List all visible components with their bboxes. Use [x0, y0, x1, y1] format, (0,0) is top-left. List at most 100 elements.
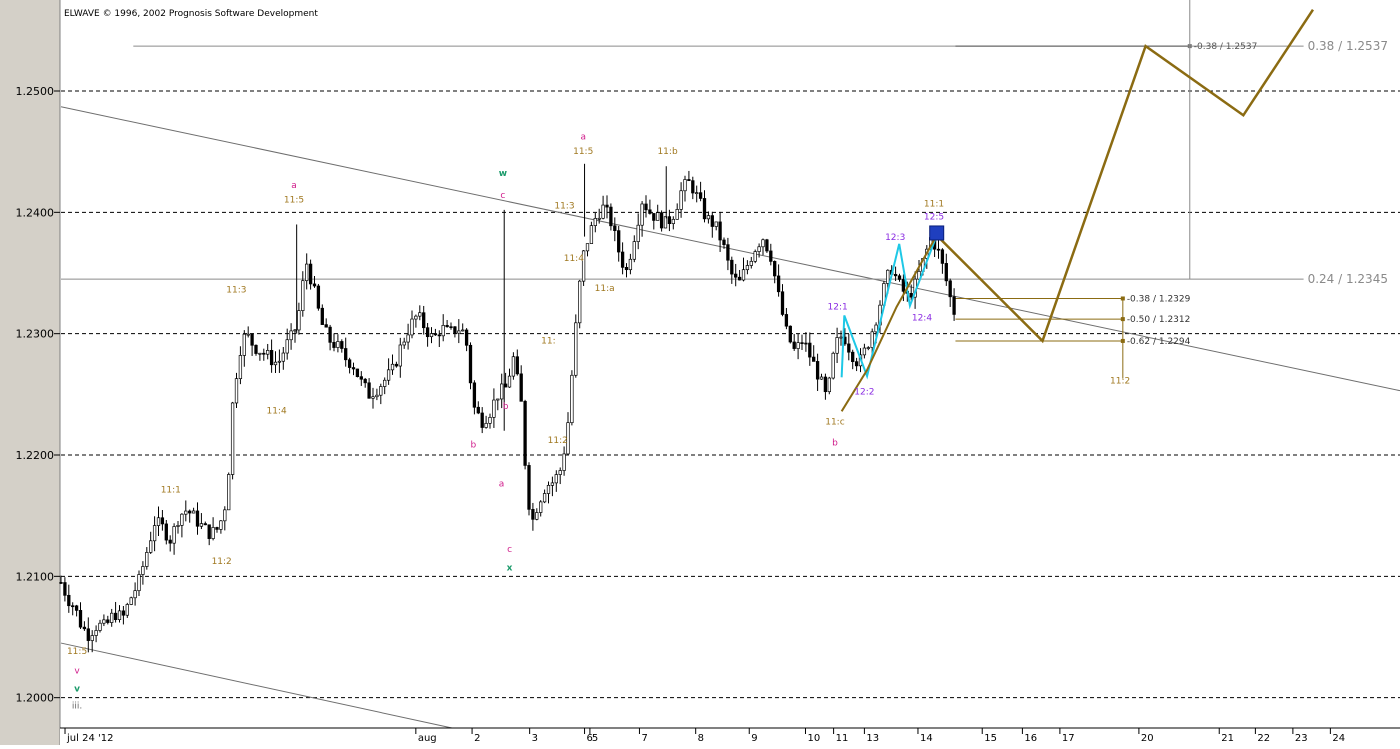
y-axis-panel[interactable]	[0, 0, 60, 745]
candle-body	[227, 474, 231, 511]
wave-label: c	[500, 191, 505, 201]
candle-body	[675, 209, 679, 220]
x-tick-label: aug	[418, 733, 437, 744]
wave-label: a	[499, 480, 505, 490]
candle-body	[273, 361, 278, 366]
candle-body	[874, 324, 878, 333]
candle	[827, 376, 831, 395]
candle-body	[714, 221, 718, 227]
x-axis-bar[interactable]	[60, 728, 1400, 745]
candle-body	[862, 347, 867, 356]
candle-body	[737, 276, 742, 281]
candle-body	[847, 343, 851, 353]
candle-body	[445, 325, 449, 328]
candle-body	[597, 217, 601, 220]
candle-body	[207, 524, 211, 539]
candle-body	[488, 416, 492, 424]
candle-body	[390, 363, 395, 371]
candle-body	[578, 280, 582, 324]
candle-body	[106, 619, 110, 623]
candle-body	[180, 513, 184, 526]
candle-body	[277, 360, 282, 363]
candle-body	[628, 258, 633, 271]
candle-body	[418, 312, 422, 317]
candle-body	[683, 179, 687, 192]
candle-body	[839, 336, 843, 339]
candle-body	[753, 251, 757, 262]
chart-canvas[interactable]: 1.2500 1.2400 1.2300 1.2200 1.2100 1.2000 0.3…	[0, 0, 1400, 745]
candle-body	[457, 330, 461, 334]
candle-body	[90, 635, 94, 641]
candle-body	[164, 523, 168, 541]
candle-body	[761, 239, 765, 248]
candle-body	[718, 221, 722, 241]
candle-body	[656, 212, 660, 221]
wave-label: iii.	[72, 702, 82, 712]
candle-body	[402, 341, 406, 346]
y-tick-label: 1.2200	[16, 449, 55, 462]
x-tick-label: 2	[474, 733, 480, 744]
copyright-text: ELWAVE © 1996, 2002 Prognosis Software D…	[64, 9, 318, 19]
candle-body	[332, 341, 336, 348]
candle-body	[866, 347, 870, 349]
candle-body	[749, 260, 753, 266]
candle	[523, 399, 527, 470]
candle-body	[706, 215, 711, 220]
x-tick-label: 16	[1024, 733, 1037, 744]
candle-body	[819, 376, 824, 380]
candle-body	[121, 610, 126, 616]
wave-label: 11:2	[1110, 376, 1130, 386]
x-tick-label: 9	[751, 733, 757, 744]
candle-body	[613, 225, 617, 231]
wave-label: a	[580, 133, 586, 143]
candle-body	[133, 590, 137, 599]
x-tick-label: 21	[1221, 733, 1234, 744]
candle	[468, 342, 473, 390]
x-tick-label: 7	[641, 733, 647, 744]
candle-body	[562, 453, 566, 471]
candle-body	[835, 337, 839, 354]
candle-body	[305, 263, 309, 282]
candle-body	[324, 324, 328, 328]
candle-body	[585, 243, 590, 252]
candle-body	[741, 269, 746, 281]
candle-body	[406, 334, 410, 343]
target-marker[interactable]	[929, 225, 945, 241]
wave-label: 12:1	[828, 302, 848, 312]
candle-body	[199, 523, 204, 527]
wave-label: x	[507, 563, 513, 573]
candle-body	[340, 341, 344, 349]
candle-body	[258, 352, 262, 355]
candle-body	[355, 368, 360, 378]
candle-body	[414, 315, 418, 320]
x-tick-label: 17	[1062, 733, 1075, 744]
candle-body	[893, 274, 898, 277]
candle-body	[94, 630, 98, 636]
candle-body	[792, 341, 796, 349]
candle	[578, 279, 582, 329]
candle-body	[644, 203, 648, 211]
candle	[831, 351, 835, 380]
candle	[570, 370, 574, 426]
candle-body	[870, 331, 874, 348]
candle-body	[734, 273, 738, 278]
x-tick-label: 22	[1257, 733, 1270, 744]
candle-body	[289, 330, 293, 341]
fib-level-label: 0.38 / 1.2537	[1308, 39, 1388, 53]
candle-body	[78, 610, 83, 628]
candle	[230, 401, 235, 480]
candle-body	[624, 267, 629, 271]
candle-body	[152, 525, 157, 542]
candle-body	[901, 279, 906, 292]
wave-label: 11:5	[284, 196, 304, 206]
candle-body	[542, 493, 547, 503]
candle-body	[601, 204, 605, 219]
wave-label: 11:3	[226, 285, 246, 295]
candle-body	[383, 379, 387, 387]
candle-body	[671, 218, 675, 225]
candle-body	[172, 526, 176, 544]
candle-body	[558, 470, 562, 475]
candle-body	[63, 582, 67, 596]
candle-body	[570, 374, 574, 424]
candle-body	[593, 218, 597, 226]
